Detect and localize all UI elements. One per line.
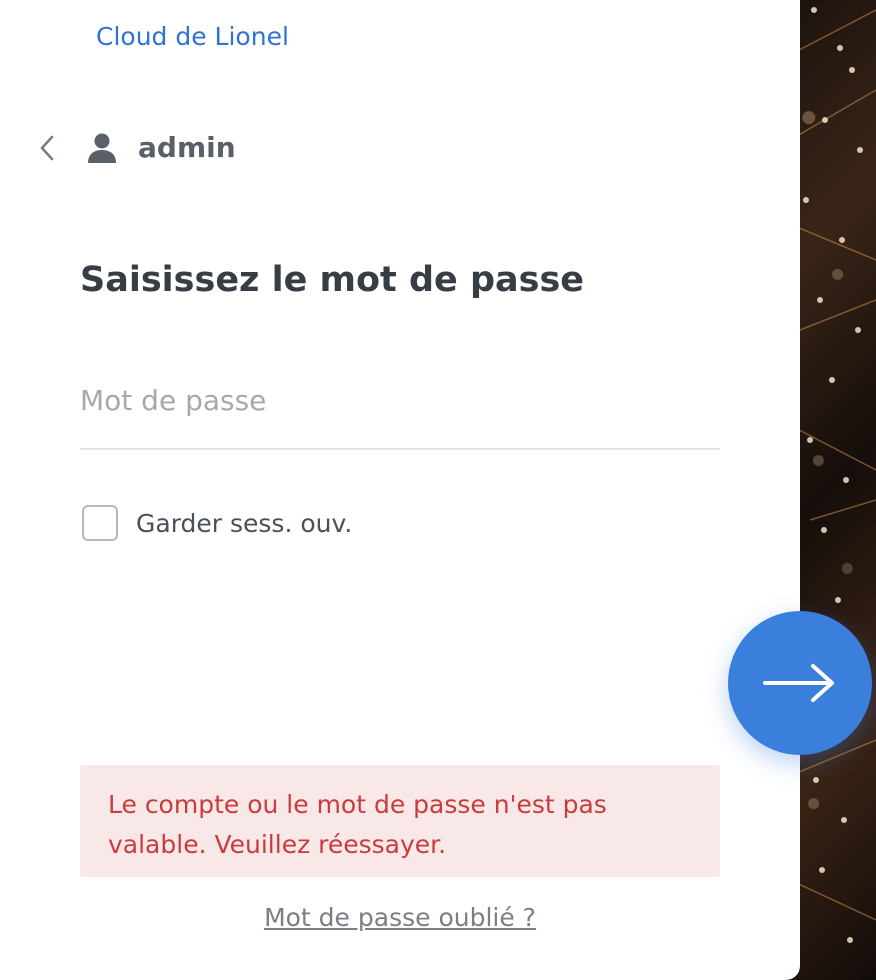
page-title: Saisissez le mot de passe [80,260,585,300]
arrow-right-icon [763,664,834,702]
back-button[interactable] [32,126,62,170]
user-icon [82,126,122,170]
error-message-line-1: Le compte ou le mot de passe n'est pas [108,790,607,819]
error-message-line-2: valable. Veuillez réessayer. [108,830,447,859]
next-button[interactable] [728,611,872,755]
chevron-left-icon [40,135,54,161]
login-screen: Cloud de Lionel admin Saisissez le mot d… [0,0,876,980]
error-message-box: Le compte ou le mot de passe n'est pas v… [80,765,720,877]
keep-session-label: Garder sess. ouv. [136,508,353,538]
password-field [80,370,720,450]
forgot-password-link[interactable]: Mot de passe oublié ? [0,900,800,936]
username: admin [138,131,236,164]
brand-name: Cloud de Lionel [96,22,289,51]
keep-session-option[interactable]: Garder sess. ouv. [82,504,352,542]
user-row: admin [32,126,236,170]
keep-session-checkbox[interactable] [82,505,118,541]
password-input[interactable] [80,370,720,430]
